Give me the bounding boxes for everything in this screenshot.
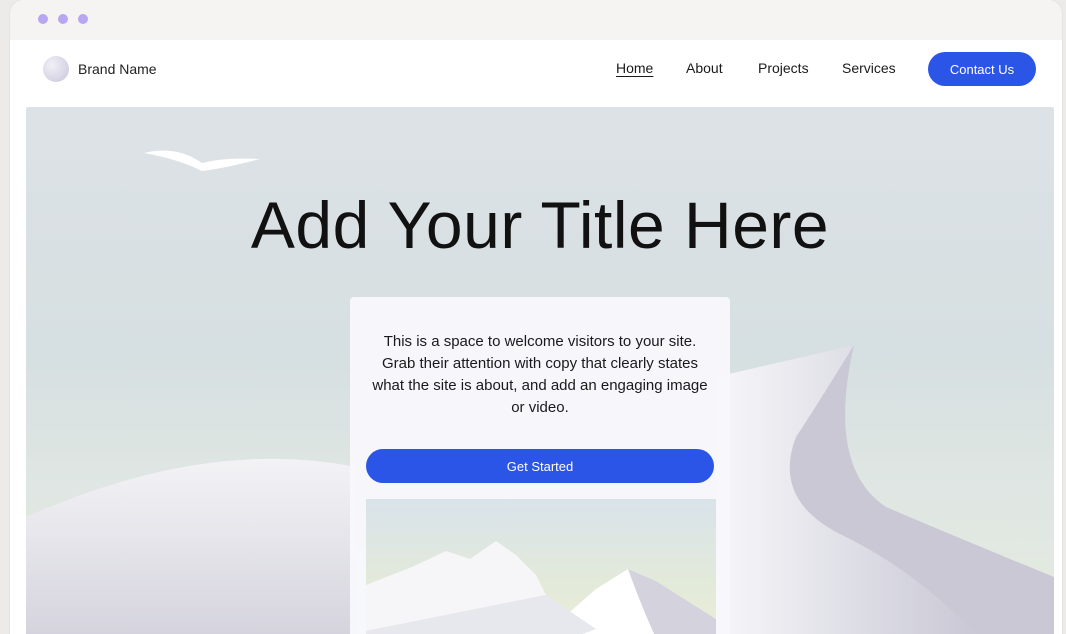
contact-us-button[interactable]: Contact Us <box>928 52 1036 86</box>
hero-section: Add Your Title Here This is a space to w… <box>26 107 1054 634</box>
brand-name[interactable]: Brand Name <box>78 61 157 77</box>
browser-window: Brand Name Home About Projects Services … <box>10 0 1062 634</box>
nav-link-home[interactable]: Home <box>616 60 653 76</box>
window-titlebar <box>10 0 1062 40</box>
window-control-dot[interactable] <box>58 14 68 24</box>
hero-card: This is a space to welcome visitors to y… <box>350 297 730 634</box>
mountain-image <box>366 541 716 634</box>
nav-link-projects[interactable]: Projects <box>758 60 809 76</box>
hero-title: Add Your Title Here <box>250 188 830 262</box>
left-dune-shape <box>26 458 356 634</box>
site-header: Brand Name Home About Projects Services … <box>10 40 1062 106</box>
nav-link-services[interactable]: Services <box>842 60 896 76</box>
window-control-dot[interactable] <box>38 14 48 24</box>
hero-description: This is a space to welcome visitors to y… <box>372 333 708 416</box>
window-control-dot[interactable] <box>78 14 88 24</box>
brand-logo-icon[interactable] <box>43 56 69 82</box>
card-image <box>366 499 716 634</box>
nav-link-about[interactable]: About <box>686 60 723 76</box>
get-started-button[interactable]: Get Started <box>366 449 714 483</box>
bird-shape <box>144 150 260 171</box>
